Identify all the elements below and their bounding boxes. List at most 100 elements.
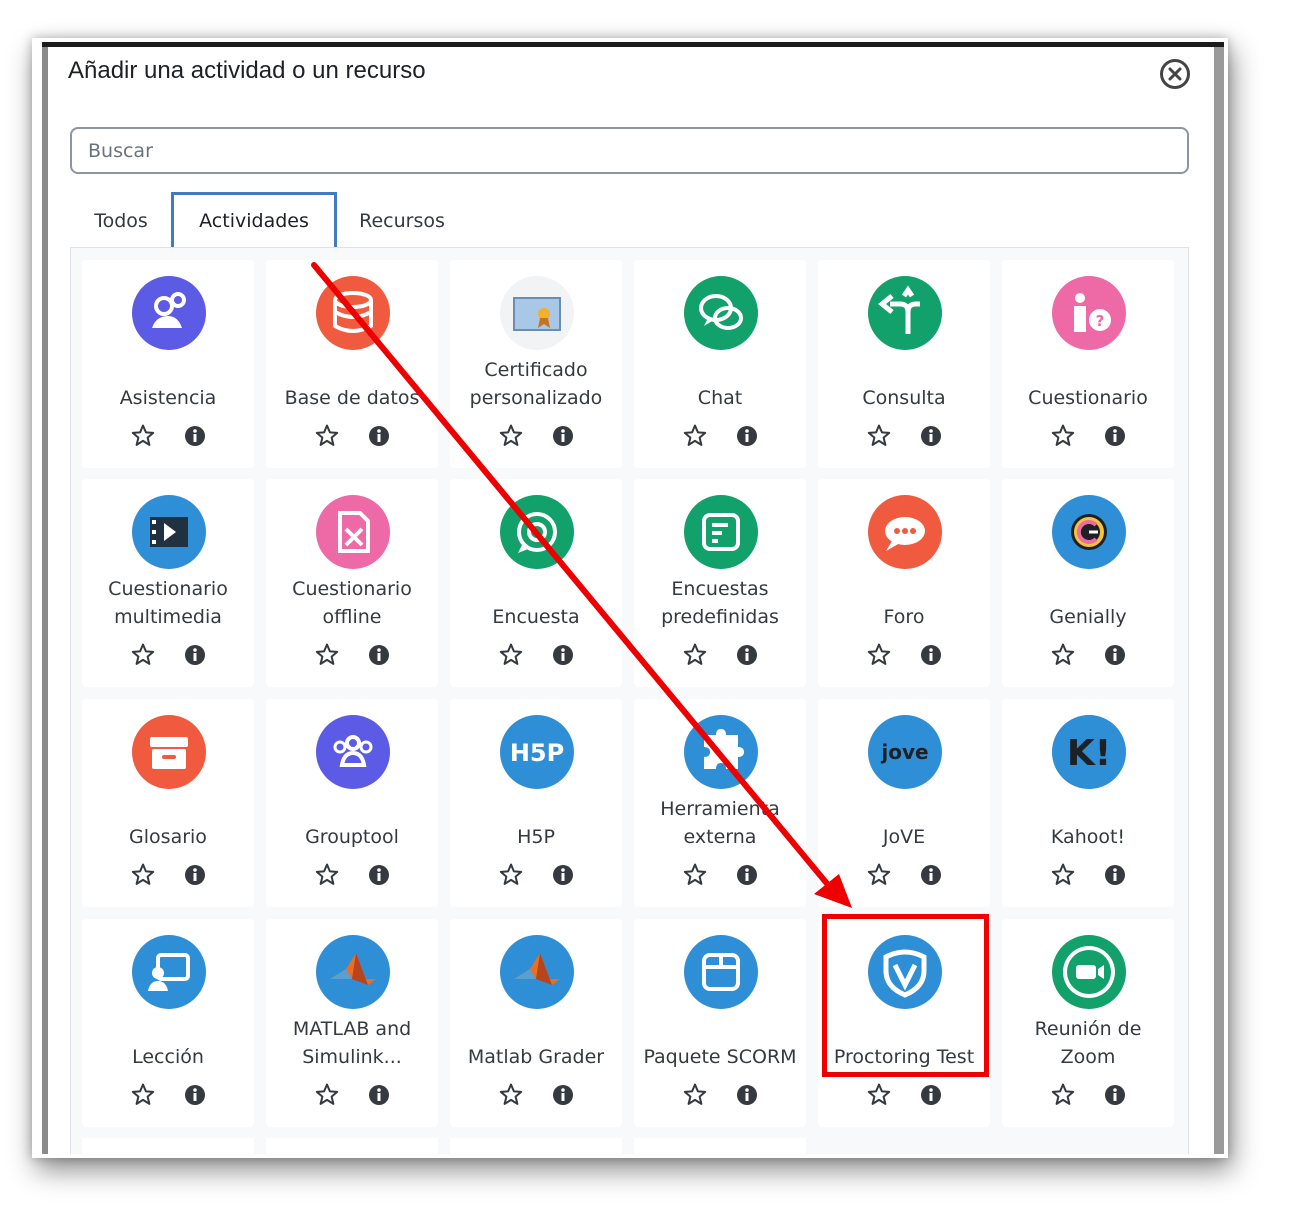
info-icon[interactable] bbox=[1104, 644, 1126, 666]
star-icon[interactable] bbox=[682, 1082, 708, 1108]
activity-card[interactable]: MATLAB and Simulink... bbox=[266, 919, 438, 1127]
activity-card[interactable]: Cuestionario multimedia bbox=[82, 479, 254, 687]
tab-actividades[interactable]: Actividades bbox=[171, 192, 337, 250]
star-icon[interactable] bbox=[314, 642, 340, 668]
star-icon[interactable] bbox=[866, 862, 892, 888]
star-icon[interactable] bbox=[1050, 862, 1076, 888]
activity-card[interactable]: Base de datos bbox=[266, 260, 438, 468]
info-icon[interactable] bbox=[368, 425, 390, 447]
info-icon[interactable] bbox=[1104, 425, 1126, 447]
search-input[interactable] bbox=[70, 127, 1189, 174]
activity-card[interactable]: Herramienta externa bbox=[634, 699, 806, 907]
star-icon[interactable] bbox=[498, 1082, 524, 1108]
star-icon[interactable] bbox=[314, 1082, 340, 1108]
info-icon[interactable] bbox=[368, 644, 390, 666]
activity-card[interactable]: Grouptool bbox=[266, 699, 438, 907]
activity-card[interactable]: Asistencia bbox=[82, 260, 254, 468]
star-icon[interactable] bbox=[130, 642, 156, 668]
activity-card[interactable]: Encuestas predefinidas bbox=[634, 479, 806, 687]
star-icon[interactable] bbox=[498, 642, 524, 668]
star-icon[interactable] bbox=[682, 862, 708, 888]
multimedia-quiz-icon bbox=[132, 495, 206, 569]
star-icon[interactable] bbox=[866, 1082, 892, 1108]
activity-card[interactable]: Encuesta bbox=[450, 479, 622, 687]
star-icon[interactable] bbox=[682, 642, 708, 668]
star-icon[interactable] bbox=[130, 423, 156, 449]
close-button[interactable] bbox=[1160, 59, 1190, 89]
tab-recursos[interactable]: Recursos bbox=[337, 192, 467, 250]
activity-card[interactable]: H5P H5P bbox=[450, 699, 622, 907]
info-icon[interactable] bbox=[1104, 864, 1126, 886]
info-icon[interactable] bbox=[184, 425, 206, 447]
info-icon[interactable] bbox=[552, 1084, 574, 1106]
activity-label: Herramienta externa bbox=[660, 798, 780, 848]
activity-card[interactable]: Glosario bbox=[82, 699, 254, 907]
info-icon[interactable] bbox=[184, 864, 206, 886]
tab-todos[interactable]: Todos bbox=[70, 192, 172, 250]
activity-card[interactable]: Foro bbox=[818, 479, 990, 687]
background-page-edge bbox=[1214, 42, 1224, 1154]
star-icon[interactable] bbox=[1050, 423, 1076, 449]
activity-card-partial[interactable] bbox=[634, 1138, 806, 1154]
info-icon[interactable] bbox=[920, 864, 942, 886]
activity-label: Encuesta bbox=[492, 606, 580, 628]
chat-icon bbox=[684, 276, 758, 350]
info-icon[interactable] bbox=[920, 1084, 942, 1106]
info-icon[interactable] bbox=[736, 644, 758, 666]
star-icon[interactable] bbox=[130, 862, 156, 888]
star-icon[interactable] bbox=[498, 423, 524, 449]
scorm-icon bbox=[684, 935, 758, 1009]
info-icon[interactable] bbox=[736, 425, 758, 447]
info-icon[interactable] bbox=[368, 1084, 390, 1106]
database-icon bbox=[316, 276, 390, 350]
activity-card[interactable]: Genially bbox=[1002, 479, 1174, 687]
activity-label: Grouptool bbox=[305, 826, 399, 848]
activity-card[interactable]: Paquete SCORM bbox=[634, 919, 806, 1127]
star-icon[interactable] bbox=[1050, 642, 1076, 668]
star-icon[interactable] bbox=[866, 642, 892, 668]
matlab-icon bbox=[316, 935, 390, 1009]
activity-card[interactable]: jove JoVE bbox=[818, 699, 990, 907]
activity-card[interactable]: Matlab Grader bbox=[450, 919, 622, 1127]
info-icon[interactable] bbox=[920, 425, 942, 447]
info-icon[interactable] bbox=[736, 1084, 758, 1106]
info-icon[interactable] bbox=[368, 864, 390, 886]
info-icon[interactable] bbox=[1104, 1084, 1126, 1106]
info-icon[interactable] bbox=[552, 864, 574, 886]
star-icon[interactable] bbox=[498, 862, 524, 888]
activity-card[interactable]: Proctoring Test bbox=[818, 919, 990, 1127]
activity-card[interactable]: ? Cuestionario bbox=[1002, 260, 1174, 468]
star-icon[interactable] bbox=[866, 423, 892, 449]
activity-label: H5P bbox=[517, 826, 555, 848]
star-icon[interactable] bbox=[314, 423, 340, 449]
info-icon[interactable] bbox=[184, 1084, 206, 1106]
star-icon[interactable] bbox=[1050, 1082, 1076, 1108]
svg-text:?: ? bbox=[1096, 312, 1105, 330]
star-icon[interactable] bbox=[314, 862, 340, 888]
star-icon[interactable] bbox=[682, 423, 708, 449]
modal-title: Añadir una actividad o un recurso bbox=[68, 57, 426, 84]
activity-label: Proctoring Test bbox=[833, 1046, 975, 1068]
genially-icon bbox=[1052, 495, 1126, 569]
activity-card[interactable]: Reunión de Zoom bbox=[1002, 919, 1174, 1127]
tab-bar: Todos Actividades Recursos bbox=[70, 192, 1189, 250]
activity-card-partial[interactable] bbox=[266, 1138, 438, 1154]
activity-card-partial[interactable] bbox=[82, 1138, 254, 1154]
activity-card[interactable]: Chat bbox=[634, 260, 806, 468]
activity-card[interactable]: K! Kahoot! bbox=[1002, 699, 1174, 907]
info-icon[interactable] bbox=[552, 425, 574, 447]
activity-card-partial[interactable] bbox=[450, 1138, 622, 1154]
info-icon[interactable] bbox=[920, 644, 942, 666]
star-icon[interactable] bbox=[130, 1082, 156, 1108]
zoom-icon bbox=[1052, 935, 1126, 1009]
activity-label: Paquete SCORM bbox=[643, 1046, 797, 1068]
activity-card[interactable]: Lección bbox=[82, 919, 254, 1127]
proctoring-icon bbox=[868, 935, 942, 1009]
activity-card[interactable]: Cuestionario offline bbox=[266, 479, 438, 687]
info-icon[interactable] bbox=[552, 644, 574, 666]
info-icon[interactable] bbox=[184, 644, 206, 666]
activity-card[interactable]: Certificado personalizado bbox=[450, 260, 622, 468]
activity-card[interactable]: Consulta bbox=[818, 260, 990, 468]
info-icon[interactable] bbox=[736, 864, 758, 886]
activity-label: Lección bbox=[132, 1046, 204, 1068]
